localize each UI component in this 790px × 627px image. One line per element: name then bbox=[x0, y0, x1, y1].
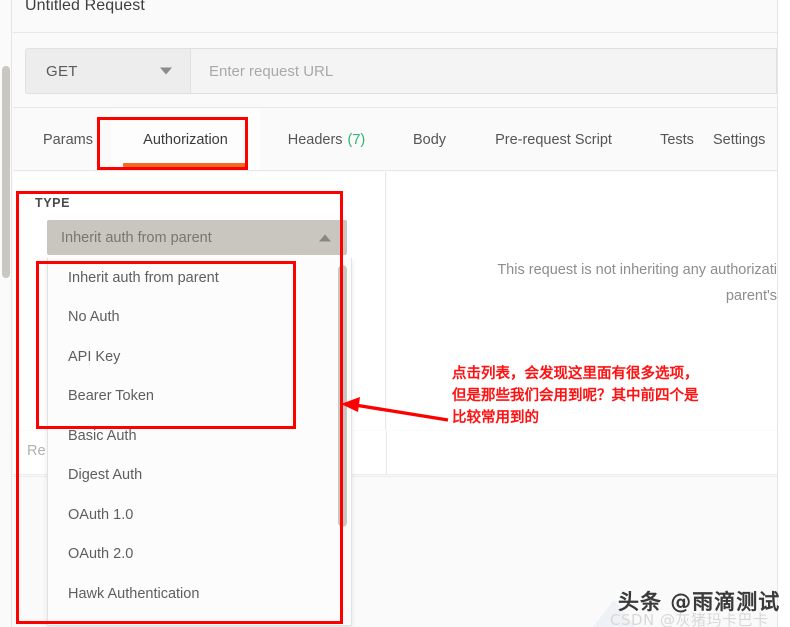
tab-tests[interactable]: Tests bbox=[641, 109, 713, 170]
type-label: TYPE bbox=[35, 196, 70, 210]
tab-label: Headers bbox=[288, 132, 343, 148]
tab-headers[interactable]: Headers (7) bbox=[260, 109, 393, 170]
http-method-label: GET bbox=[46, 63, 78, 80]
chevron-down-icon bbox=[160, 68, 172, 75]
dropdown-option-oauth-2-0[interactable]: OAuth 2.0 bbox=[48, 535, 351, 575]
page-title: Untitled Request bbox=[25, 0, 145, 15]
dropdown-option-label: Bearer Token bbox=[68, 388, 154, 404]
response-divider bbox=[386, 431, 387, 475]
dropdown-option-hawk-authentication[interactable]: Hawk Authentication bbox=[48, 574, 351, 614]
dropdown-option-label: Hawk Authentication bbox=[68, 586, 199, 602]
dropdown-option-label: Digest Auth bbox=[68, 467, 142, 483]
app-left-scrollbar-thumb[interactable] bbox=[2, 66, 10, 278]
app-right-gutter bbox=[777, 0, 790, 627]
postman-request-screen: Untitled Request GET Enter request URL P… bbox=[0, 0, 790, 627]
dropdown-option-label: Inherit auth from parent bbox=[68, 270, 219, 286]
inherit-auth-message-line2: parent's bbox=[407, 283, 777, 309]
dropdown-option-label: Basic Auth bbox=[68, 428, 137, 444]
tab-label: Body bbox=[413, 132, 446, 148]
tab-pre-request-script[interactable]: Pre-request Script bbox=[466, 109, 641, 170]
tab-label: Pre-request Script bbox=[495, 132, 612, 148]
chevron-up-icon bbox=[319, 234, 331, 241]
dropdown-option-basic-auth[interactable]: Basic Auth bbox=[48, 416, 351, 456]
dropdown-option-label: OAuth 1.0 bbox=[68, 507, 133, 523]
inherit-auth-message-line1: This request is not inheriting any autho… bbox=[407, 257, 777, 283]
tab-body[interactable]: Body bbox=[393, 109, 466, 170]
annotation-note-line3: 比较常用到的 bbox=[452, 407, 772, 429]
tab-label: Authorization bbox=[143, 132, 228, 148]
app-left-scrollbar[interactable] bbox=[0, 0, 12, 627]
auth-type-dropdown-menu[interactable]: Inherit auth from parent No Auth API Key… bbox=[47, 258, 352, 626]
dropdown-option-api-key[interactable]: API Key bbox=[48, 337, 351, 377]
request-url-placeholder: Enter request URL bbox=[209, 63, 333, 80]
tab-authorization[interactable]: Authorization bbox=[111, 109, 260, 170]
request-url-input[interactable]: Enter request URL bbox=[190, 48, 777, 94]
watermark-secondary: CSDN @灰猪玛卡巴卡 bbox=[610, 609, 769, 627]
request-main-column: Untitled Request GET Enter request URL P… bbox=[13, 0, 777, 627]
dropdown-option-no-auth[interactable]: No Auth bbox=[48, 298, 351, 338]
annotation-note-line2: 但是那些我们会用到呢？其中前四个是 bbox=[452, 385, 772, 407]
dropdown-option-label: API Key bbox=[68, 349, 120, 365]
request-url-row: GET Enter request URL bbox=[13, 34, 777, 108]
dropdown-option-label: OAuth 2.0 bbox=[68, 546, 133, 562]
auth-type-selected-value: Inherit auth from parent bbox=[61, 230, 212, 246]
dropdown-option-digest-auth[interactable]: Digest Auth bbox=[48, 456, 351, 496]
tab-label: Tests bbox=[660, 132, 694, 148]
active-tab-underline bbox=[123, 163, 248, 167]
tab-headers-count: (7) bbox=[348, 132, 366, 148]
dropdown-scrollbar-track[interactable] bbox=[340, 260, 349, 624]
request-title-bar: Untitled Request bbox=[13, 0, 777, 33]
annotation-note-line1: 点击列表，会发现这里面有很多选项， bbox=[452, 363, 772, 385]
dropdown-option-label: No Auth bbox=[68, 309, 120, 325]
tab-params[interactable]: Params bbox=[25, 109, 111, 170]
tab-label: Params bbox=[43, 132, 93, 148]
dropdown-scrollbar-thumb[interactable] bbox=[338, 265, 347, 527]
annotation-note: 点击列表，会发现这里面有很多选项， 但是那些我们会用到呢？其中前四个是 比较常用… bbox=[452, 363, 772, 429]
auth-type-select[interactable]: Inherit auth from parent bbox=[47, 220, 347, 255]
dropdown-option-bearer-token[interactable]: Bearer Token bbox=[48, 377, 351, 417]
tab-label: Settings bbox=[713, 132, 765, 148]
inherit-auth-message: This request is not inheriting any autho… bbox=[407, 257, 777, 309]
response-label: Re bbox=[27, 443, 46, 459]
dropdown-option-oauth-1-0[interactable]: OAuth 1.0 bbox=[48, 495, 351, 535]
request-tabs: Params Authorization Headers (7) Body Pr… bbox=[13, 109, 777, 171]
dropdown-option-inherit-auth-from-parent[interactable]: Inherit auth from parent bbox=[48, 258, 351, 298]
http-method-select[interactable]: GET bbox=[25, 48, 190, 94]
